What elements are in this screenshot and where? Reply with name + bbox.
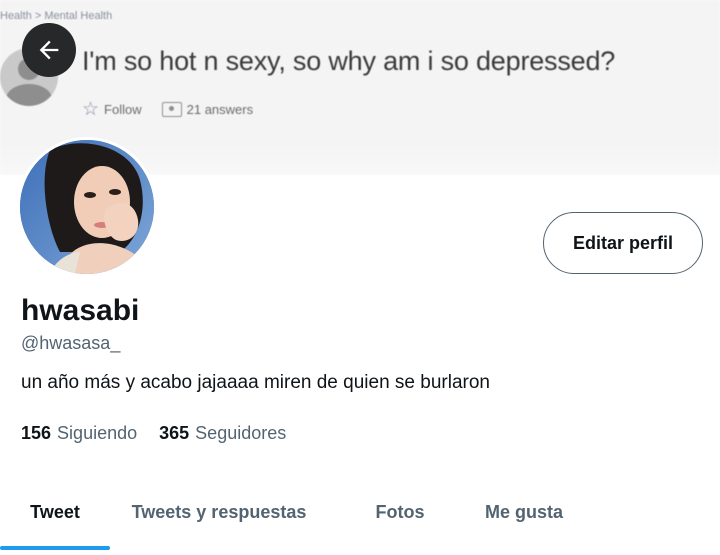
answers-icon (161, 102, 182, 117)
active-tab-indicator (0, 546, 110, 550)
tab-label: Tweet (30, 501, 80, 522)
profile-avatar[interactable] (17, 137, 157, 277)
following-link[interactable]: 156 Siguiendo (21, 423, 137, 444)
tab-label: Me gusta (484, 501, 563, 522)
tab-likes[interactable]: Me gusta (472, 478, 576, 546)
tab-label: Tweets y respuestas (131, 501, 307, 522)
banner-question-text: I'm so hot n sexy, so why am i so depres… (82, 46, 616, 76)
profile-tabs: Tweet Tweets y respuestas Fotos Me gusta (0, 478, 720, 555)
follow-stats: 156 Siguiendo 365 Seguidores (21, 423, 286, 444)
arrow-left-icon (39, 40, 59, 60)
followers-label: Seguidores (195, 423, 287, 443)
star-icon: ☆ (82, 99, 100, 120)
tab-media[interactable]: Fotos (328, 478, 472, 546)
followers-link[interactable]: 365 Seguidores (159, 423, 286, 444)
profile-bio: un año más y acabo jajaaaa miren de quie… (21, 372, 490, 393)
profile-page: Health > Mental Health I'm so hot n sexy… (0, 0, 720, 555)
banner-follow: ☆ Follow (82, 98, 142, 121)
tab-tweets-and-replies[interactable]: Tweets y respuestas (110, 478, 328, 546)
banner-answers: 21 answers (161, 102, 254, 117)
banner-breadcrumb: Health > Mental Health (0, 10, 113, 22)
banner-meta: ☆ Follow 21 answers (82, 98, 253, 121)
back-button[interactable] (22, 23, 76, 77)
profile-display-name: hwasabi (21, 294, 140, 327)
followers-count: 365 (159, 423, 190, 443)
following-count: 156 (21, 423, 52, 443)
edit-profile-button[interactable]: Editar perfil (543, 212, 703, 274)
profile-username: @hwasasa_ (21, 333, 121, 353)
tab-tweets[interactable]: Tweet (0, 478, 110, 550)
banner-follow-label: Follow (104, 102, 142, 117)
tab-label: Fotos (375, 501, 425, 522)
avatar-photo (20, 140, 154, 274)
banner-answers-label: 21 answers (186, 102, 254, 117)
following-label: Siguiendo (57, 423, 138, 443)
